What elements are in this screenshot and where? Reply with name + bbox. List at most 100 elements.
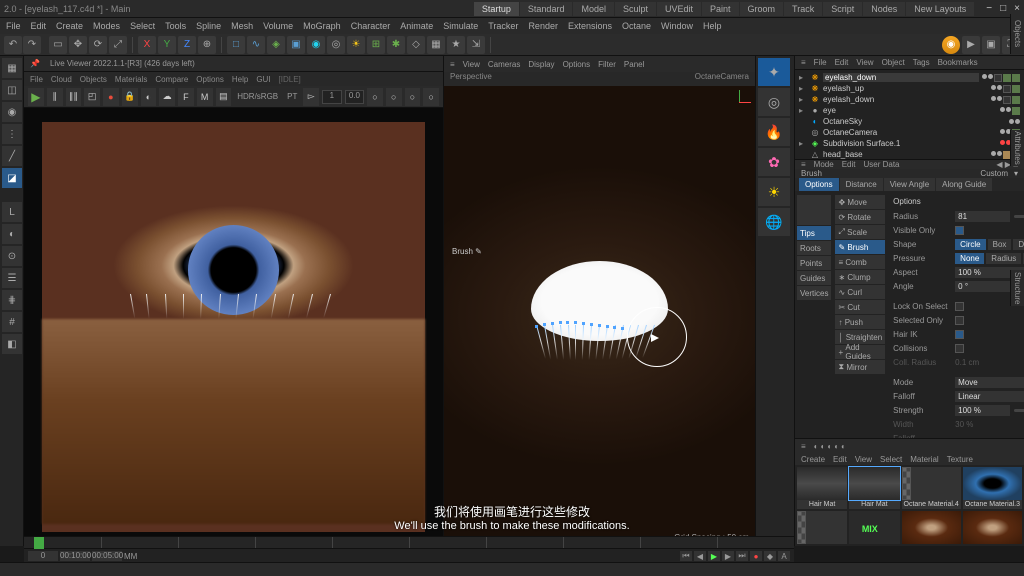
- render-region-icon[interactable]: ◰: [84, 88, 100, 106]
- cube-prim-icon[interactable]: □: [227, 36, 245, 54]
- nav-camera-icon[interactable]: ◎: [758, 88, 790, 116]
- model-mode-icon[interactable]: ▦: [2, 58, 22, 78]
- aov-icon[interactable]: ▤: [216, 88, 232, 106]
- radius-slider[interactable]: [1014, 215, 1024, 218]
- clay-icon[interactable]: ☁: [159, 88, 175, 106]
- group-tips[interactable]: Tips: [797, 226, 831, 240]
- hairik-checkbox[interactable]: [955, 330, 964, 339]
- tab-uvedit[interactable]: UVEdit: [657, 2, 701, 16]
- rotate-tool-icon[interactable]: ⟳: [89, 36, 107, 54]
- viewport-pin-icon[interactable]: ≡: [450, 60, 455, 69]
- pressure-none-button[interactable]: None: [955, 253, 984, 264]
- obj-eyelash-down[interactable]: ▸❋eyelash_down: [799, 72, 1020, 83]
- obj-eyelash-up[interactable]: ▸❋eyelash_up: [799, 83, 1020, 94]
- autokey-icon[interactable]: A: [778, 551, 790, 561]
- lock-checkbox[interactable]: [955, 302, 964, 311]
- nav-home-icon[interactable]: ✦: [758, 58, 790, 86]
- axis-icon[interactable]: L: [2, 202, 22, 222]
- menu-simulate[interactable]: Simulate: [443, 21, 478, 31]
- axis-gizmo-icon[interactable]: [727, 90, 751, 114]
- side-tab-objects[interactable]: Objects: [1010, 14, 1024, 54]
- render-lock-icon[interactable]: 🔒: [122, 88, 138, 106]
- tab-script[interactable]: Script: [823, 2, 862, 16]
- goto-start-icon[interactable]: ⏮: [680, 551, 692, 561]
- tool-straighten[interactable]: │ Straighten: [835, 330, 885, 344]
- light-icon[interactable]: ☀: [347, 36, 365, 54]
- snap-icon[interactable]: ⊙: [2, 246, 22, 266]
- obj-eye[interactable]: ▸●eye: [799, 105, 1020, 116]
- obj-head-base[interactable]: △head_base: [799, 149, 1020, 160]
- record-icon[interactable]: ●: [750, 551, 762, 561]
- menu-create[interactable]: Create: [56, 21, 83, 31]
- goto-end-icon[interactable]: ⏭: [736, 551, 748, 561]
- range-end-input[interactable]: 00:10:00: [60, 551, 90, 561]
- tab-paint[interactable]: Paint: [702, 2, 739, 16]
- field-icon[interactable]: ◉: [307, 36, 325, 54]
- menu-spline[interactable]: Spline: [196, 21, 221, 31]
- object-mode-icon[interactable]: ◉: [2, 102, 22, 122]
- spline-prim-icon[interactable]: ∿: [247, 36, 265, 54]
- placement-icon[interactable]: ⇲: [467, 36, 485, 54]
- obj-eyelash-down-2[interactable]: ▸❋eyelash_down: [799, 94, 1020, 105]
- render-region-icon[interactable]: ▣: [982, 36, 1000, 54]
- visible-checkbox[interactable]: [955, 226, 964, 235]
- tab-distance[interactable]: Distance: [840, 178, 883, 191]
- material-hair-2[interactable]: Hair Mat: [849, 467, 899, 509]
- step-back-icon[interactable]: ◀: [694, 551, 706, 561]
- viewport-solo-icon[interactable]: ◐: [2, 224, 22, 244]
- soft-select-icon[interactable]: #: [2, 312, 22, 332]
- nav-flower-icon[interactable]: ✿: [758, 148, 790, 176]
- material-hair-1[interactable]: Hair Mat: [797, 467, 847, 509]
- dropdown-arrow-icon[interactable]: ▾: [1014, 169, 1018, 178]
- material-6[interactable]: [849, 511, 899, 544]
- pin-icon[interactable]: 📌: [30, 59, 40, 68]
- undo-icon[interactable]: ↶: [4, 36, 22, 54]
- tab-model[interactable]: Model: [573, 2, 614, 16]
- timeline-ruler[interactable]: [24, 537, 794, 549]
- coord-icon[interactable]: ⊕: [198, 36, 216, 54]
- zaxis-icon[interactable]: Z: [178, 36, 196, 54]
- kernel-arrow-icon[interactable]: ▻: [303, 88, 319, 106]
- channel-a-icon[interactable]: ○: [423, 88, 439, 106]
- colorspace-label[interactable]: HDR/sRGB: [234, 92, 281, 101]
- symmetry-icon[interactable]: ◧: [2, 334, 22, 354]
- channel-g-icon[interactable]: ○: [386, 88, 402, 106]
- material-octane-3[interactable]: Octane Material.3: [963, 467, 1022, 509]
- side-tab-attributes[interactable]: Attributes: [1010, 130, 1024, 166]
- obj-subdiv[interactable]: ▸◈Subdivision Surface.1: [799, 138, 1020, 149]
- tool-curl[interactable]: ∿ Curl: [835, 285, 885, 299]
- tool-cut[interactable]: ✂ Cut: [835, 300, 885, 314]
- nav-sun-icon[interactable]: ☀: [758, 178, 790, 206]
- tag-icon[interactable]: ◇: [407, 36, 425, 54]
- tool-brush[interactable]: ✎ Brush: [835, 240, 885, 254]
- deform-icon[interactable]: ▣: [287, 36, 305, 54]
- menu-render[interactable]: Render: [528, 21, 558, 31]
- menu-tracker[interactable]: Tracker: [488, 21, 518, 31]
- render-icon[interactable]: ▶: [962, 36, 980, 54]
- tool-addguides[interactable]: + Add Guides: [835, 345, 885, 359]
- menu-mesh[interactable]: Mesh: [231, 21, 253, 31]
- material-grid[interactable]: Hair Mat Hair Mat Octane Material.4 Octa…: [795, 465, 1024, 546]
- material-octane-4[interactable]: Octane Material.4: [902, 467, 961, 509]
- mode-dropdown[interactable]: Move: [955, 377, 1024, 388]
- playhead-icon[interactable]: [34, 537, 44, 549]
- volume-icon[interactable]: ▦: [427, 36, 445, 54]
- obj-octanesky[interactable]: ◐OctaneSky: [799, 116, 1020, 127]
- attr-pin-icon[interactable]: ≡: [801, 160, 806, 169]
- menu-animate[interactable]: Animate: [400, 21, 433, 31]
- render-start-icon[interactable]: ▶: [28, 88, 44, 106]
- group-guides[interactable]: Guides: [797, 271, 831, 285]
- group-points[interactable]: Points: [797, 256, 831, 270]
- texture-mode-icon[interactable]: ◫: [2, 80, 22, 100]
- redo-icon[interactable]: ↷: [23, 36, 41, 54]
- channel-b-icon[interactable]: ○: [405, 88, 421, 106]
- close-icon[interactable]: ×: [1014, 3, 1020, 14]
- particle-icon[interactable]: ✱: [387, 36, 405, 54]
- shape-box-button[interactable]: Box: [988, 239, 1012, 250]
- generator-icon[interactable]: ◈: [267, 36, 285, 54]
- tool-push[interactable]: ↑ Push: [835, 315, 885, 329]
- move-tool-icon[interactable]: ✥: [69, 36, 87, 54]
- tab-track[interactable]: Track: [784, 2, 822, 16]
- nav-flame-icon[interactable]: 🔥: [758, 118, 790, 146]
- octane-logo-icon[interactable]: ◉: [942, 36, 960, 54]
